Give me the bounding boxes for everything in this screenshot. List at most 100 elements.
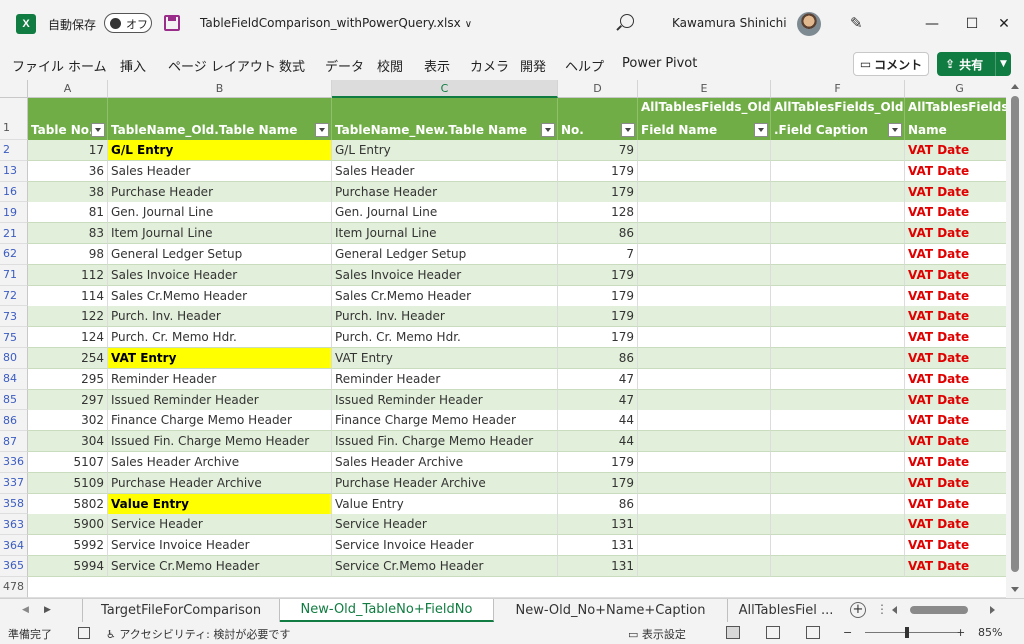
cell-field-no[interactable]: 131	[558, 535, 638, 557]
cell-old-table-name[interactable]: Reminder Header	[108, 368, 332, 390]
cell-old-field-name[interactable]	[638, 348, 771, 369]
cell-old-field-caption[interactable]	[771, 556, 905, 577]
row-number[interactable]: 62	[0, 244, 28, 265]
empty-row[interactable]	[28, 576, 1006, 598]
more-options-icon[interactable]: ⋮	[876, 602, 888, 616]
zoom-out-button[interactable]: −	[843, 626, 852, 639]
cell-field-no[interactable]: 179	[558, 160, 638, 182]
cell-old-field-name[interactable]	[638, 410, 771, 432]
cell-new-field-name[interactable]: VAT Date	[905, 556, 1006, 577]
column-header-g[interactable]: G	[905, 80, 1006, 98]
cell-table-no[interactable]: 254	[28, 348, 108, 369]
tab-page-layout[interactable]: ページ レイアウト	[168, 56, 276, 75]
cell-table-no[interactable]: 124	[28, 327, 108, 349]
cell-new-field-name[interactable]: VAT Date	[905, 306, 1006, 328]
select-all-corner[interactable]	[0, 80, 28, 98]
cell-new-field-name[interactable]: VAT Date	[905, 161, 1006, 182]
cell-new-table-name[interactable]: Sales Invoice Header	[332, 264, 558, 286]
cell-new-table-name[interactable]: Purch. Cr. Memo Hdr.	[332, 327, 558, 349]
tab-data[interactable]: データ	[325, 56, 364, 75]
cell-field-no[interactable]: 44	[558, 410, 638, 432]
cell-old-field-caption[interactable]	[771, 285, 905, 307]
cell-field-no[interactable]: 7	[558, 244, 638, 265]
column-header-e[interactable]: E	[638, 80, 771, 98]
cell-old-field-name[interactable]	[638, 264, 771, 286]
zoom-slider-thumb[interactable]	[905, 627, 910, 638]
sheet-tab-tableno-fieldno[interactable]: New-Old_TableNo+FieldNo	[280, 599, 494, 622]
scroll-up-icon[interactable]	[1011, 84, 1019, 89]
cell-new-field-name[interactable]: VAT Date	[905, 494, 1006, 515]
cell-new-table-name[interactable]: Value Entry	[332, 493, 558, 515]
row-number[interactable]: 358	[0, 493, 28, 515]
cell-table-no[interactable]: 38	[28, 181, 108, 203]
cell-new-field-name[interactable]: VAT Date	[905, 431, 1006, 453]
cell-new-table-name[interactable]: Finance Charge Memo Header	[332, 410, 558, 432]
macro-record-icon[interactable]	[78, 627, 90, 639]
cell-field-no[interactable]: 179	[558, 264, 638, 286]
cell-old-table-name[interactable]: Value Entry	[108, 493, 332, 515]
cell-old-field-name[interactable]	[638, 285, 771, 307]
cell-field-no[interactable]: 131	[558, 514, 638, 536]
row-number[interactable]: 86	[0, 410, 28, 432]
cell-old-table-name[interactable]: VAT Entry	[108, 348, 332, 369]
tab-insert[interactable]: 挿入	[120, 56, 146, 75]
cell-table-no[interactable]: 5107	[28, 452, 108, 473]
cell-old-field-caption[interactable]	[771, 244, 905, 265]
filter-dropdown-icon[interactable]	[315, 123, 329, 137]
cell-field-no[interactable]: 179	[558, 452, 638, 473]
column-header-b[interactable]: B	[108, 80, 332, 98]
cell-new-field-name[interactable]: VAT Date	[905, 202, 1006, 224]
display-settings[interactable]: ▭ 表示設定	[628, 626, 686, 642]
cell-new-table-name[interactable]: Issued Fin. Charge Memo Header	[332, 431, 558, 453]
cell-old-field-name[interactable]	[638, 327, 771, 349]
cell-new-table-name[interactable]: VAT Entry	[332, 348, 558, 369]
cell-field-no[interactable]: 128	[558, 202, 638, 224]
row-number[interactable]: 19	[0, 202, 28, 224]
cell-new-field-name[interactable]: VAT Date	[905, 369, 1006, 390]
row-number[interactable]: 87	[0, 431, 28, 452]
tab-power-pivot[interactable]: Power Pivot	[622, 56, 697, 71]
cell-old-table-name[interactable]: Service Header	[108, 514, 332, 536]
cell-new-table-name[interactable]: Reminder Header	[332, 368, 558, 390]
cell-old-field-caption[interactable]	[771, 452, 905, 473]
cell-old-table-name[interactable]: Sales Header	[108, 160, 332, 182]
avatar[interactable]	[797, 12, 821, 36]
cell-old-field-name[interactable]	[638, 202, 771, 224]
cell-table-no[interactable]: 36	[28, 160, 108, 182]
row-number[interactable]: 1	[0, 98, 28, 140]
tab-camera[interactable]: カメラ	[470, 56, 509, 75]
cell-old-field-caption[interactable]	[771, 140, 905, 161]
cell-new-field-name[interactable]: VAT Date	[905, 286, 1006, 307]
cell-old-table-name[interactable]: Gen. Journal Line	[108, 202, 332, 224]
cell-field-no[interactable]: 179	[558, 181, 638, 203]
tab-review[interactable]: 校閲	[377, 56, 403, 75]
share-button[interactable]: ⇪ 共有 ▼	[937, 52, 1011, 76]
cell-table-no[interactable]: 295	[28, 368, 108, 390]
close-button[interactable]: ✕	[984, 8, 1024, 40]
vertical-scrollbar[interactable]	[1006, 80, 1024, 598]
cell-old-table-name[interactable]: G/L Entry	[108, 140, 332, 161]
minimize-button[interactable]: —	[912, 8, 952, 40]
vertical-scroll-thumb[interactable]	[1011, 96, 1019, 572]
column-header-d[interactable]: D	[558, 80, 638, 98]
cell-table-no[interactable]: 83	[28, 223, 108, 245]
cell-old-field-name[interactable]	[638, 160, 771, 182]
cell-old-field-name[interactable]	[638, 472, 771, 494]
row-number[interactable]: 16	[0, 181, 28, 203]
row-number[interactable]: 336	[0, 452, 28, 473]
cell-old-field-caption[interactable]	[771, 493, 905, 515]
cell-old-field-name[interactable]	[638, 306, 771, 328]
cell-new-table-name[interactable]: Gen. Journal Line	[332, 202, 558, 224]
cell-new-table-name[interactable]: Purchase Header Archive	[332, 472, 558, 494]
tab-formulas[interactable]: 数式	[279, 56, 305, 75]
cell-field-no[interactable]: 86	[558, 348, 638, 369]
cell-old-field-caption[interactable]	[771, 264, 905, 286]
cell-old-field-caption[interactable]	[771, 514, 905, 536]
cell-table-no[interactable]: 297	[28, 389, 108, 411]
cell-new-table-name[interactable]: Sales Header Archive	[332, 452, 558, 473]
cell-old-field-name[interactable]	[638, 223, 771, 245]
scroll-left-icon[interactable]	[892, 606, 897, 614]
cell-new-field-name[interactable]: VAT Date	[905, 452, 1006, 473]
cell-table-no[interactable]: 112	[28, 264, 108, 286]
cell-field-no[interactable]: 44	[558, 431, 638, 453]
